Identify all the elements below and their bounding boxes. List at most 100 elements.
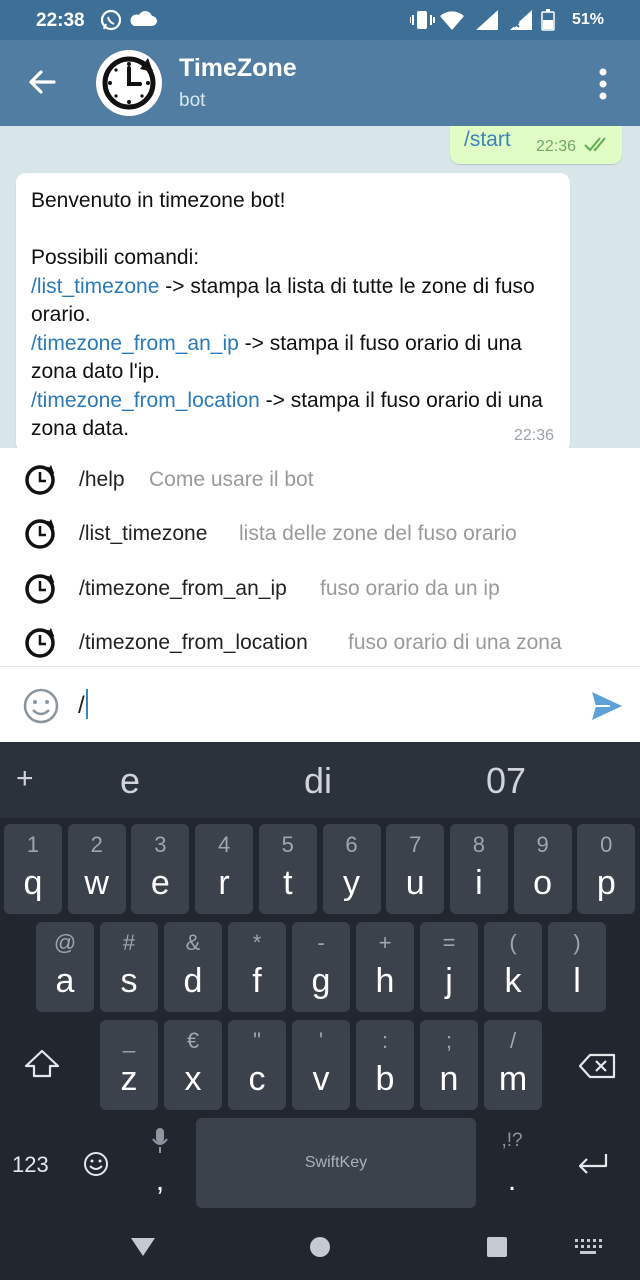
key-q[interactable]: 1q bbox=[4, 824, 62, 914]
send-icon[interactable] bbox=[590, 689, 624, 723]
message-input[interactable]: / bbox=[78, 689, 88, 720]
microphone-icon bbox=[152, 1128, 168, 1153]
key-alt-label: - bbox=[317, 930, 325, 955]
suggestion-help[interactable]: /help Come usare il bot bbox=[0, 451, 640, 505]
key-alt-label: 7 bbox=[409, 832, 422, 857]
comma-key[interactable]: , bbox=[132, 1118, 188, 1208]
keyboard-emoji-icon[interactable] bbox=[82, 1150, 110, 1178]
backspace-icon[interactable] bbox=[578, 1052, 618, 1080]
command-suggestions: /help Come usare il bot /list_timezone l… bbox=[0, 448, 640, 666]
key-label: y bbox=[343, 864, 360, 902]
key-label: z bbox=[120, 1060, 138, 1098]
key-v[interactable]: ' v bbox=[292, 1020, 350, 1110]
key-h[interactable]: + h bbox=[356, 922, 414, 1012]
enter-icon[interactable] bbox=[574, 1150, 610, 1178]
wifi-icon bbox=[440, 11, 464, 30]
key-z[interactable]: _ z bbox=[100, 1020, 158, 1110]
period-key[interactable]: ,!? . bbox=[484, 1118, 540, 1208]
key-alt-label: € bbox=[186, 1028, 200, 1053]
key-alt-label: 6 bbox=[345, 832, 358, 857]
key-n[interactable]: ; n bbox=[420, 1020, 478, 1110]
key-l[interactable]: ) l bbox=[548, 922, 606, 1012]
incoming-message[interactable]: Benvenuto in timezone bot! Possibili com… bbox=[16, 173, 570, 448]
key-alt-label: = bbox=[442, 930, 456, 955]
key-i[interactable]: 8i bbox=[449, 824, 508, 914]
key-label: c bbox=[248, 1060, 266, 1098]
key-s[interactable]: # s bbox=[100, 922, 158, 1012]
message-input-value: / bbox=[78, 692, 85, 719]
key-g[interactable]: -g bbox=[292, 922, 350, 1012]
key-a[interactable]: @ a bbox=[36, 922, 94, 1012]
key-label: t bbox=[283, 864, 293, 902]
space-bar[interactable]: SwiftKey bbox=[196, 1118, 476, 1208]
whatsapp-icon bbox=[100, 9, 122, 31]
prediction-center[interactable]: di bbox=[304, 760, 332, 802]
vibrate-icon bbox=[409, 11, 435, 29]
suggestion-timezone-from-an-ip[interactable]: /timezone_from_an_ip fuso orario da un i… bbox=[0, 560, 640, 614]
key-label: a bbox=[55, 962, 75, 1000]
command-link-list-timezone[interactable]: /list_timezone bbox=[31, 275, 159, 298]
numbers-key[interactable]: 123 bbox=[12, 1152, 49, 1178]
outgoing-message-time: 22:36 bbox=[536, 138, 577, 155]
key-e[interactable]: 3e bbox=[131, 824, 190, 914]
key-alt-label: _ bbox=[122, 1028, 136, 1053]
key-b[interactable]: :b bbox=[356, 1020, 414, 1110]
command-link-timezone-from-an-ip[interactable]: /timezone_from_an_ip bbox=[31, 332, 239, 355]
key-x[interactable]: € x bbox=[164, 1020, 222, 1110]
emoji-icon[interactable] bbox=[22, 687, 60, 725]
key-alt-label: ) bbox=[573, 930, 581, 955]
suggestion-timezone-from-location[interactable]: /timezone_from_location fuso orario di u… bbox=[0, 614, 640, 668]
key-alt-label: # bbox=[122, 930, 136, 955]
key-alt-label: 8 bbox=[472, 832, 486, 857]
prediction-left[interactable]: e bbox=[120, 760, 140, 802]
key-alt-label: 5 bbox=[281, 832, 294, 857]
chat-title[interactable]: TimeZone bbox=[179, 54, 297, 83]
cloud-icon bbox=[130, 11, 157, 26]
nav-recents-icon[interactable] bbox=[486, 1236, 508, 1258]
suggestion-list-timezone[interactable]: /list_timezone lista delle zone del fuso… bbox=[0, 505, 640, 559]
key-t[interactable]: 5t bbox=[258, 824, 317, 914]
command-link-timezone-from-location[interactable]: /timezone_from_location bbox=[31, 389, 260, 412]
outgoing-message[interactable]: /start 22:36 bbox=[450, 126, 622, 164]
status-time: 22:38 bbox=[36, 10, 85, 31]
key-alt-label: ; bbox=[445, 1028, 453, 1053]
prediction-right[interactable]: 07 bbox=[486, 760, 526, 802]
key-d[interactable]: & d bbox=[164, 922, 222, 1012]
key-alt-label: : bbox=[381, 1028, 389, 1053]
toolbar-expand-icon[interactable]: + bbox=[16, 762, 34, 796]
battery-icon bbox=[541, 9, 555, 31]
keyboard-hide-icon[interactable] bbox=[574, 1238, 602, 1256]
double-check-icon bbox=[584, 137, 606, 152]
suggestion-command: /help bbox=[79, 468, 125, 491]
key-label: u bbox=[405, 864, 425, 902]
key-label: k bbox=[504, 962, 522, 1000]
key-y[interactable]: 6y bbox=[322, 824, 381, 914]
shift-icon[interactable] bbox=[22, 1048, 62, 1080]
suggestion-command: /list_timezone bbox=[79, 522, 208, 545]
key-f[interactable]: * f bbox=[228, 922, 286, 1012]
nav-home-icon[interactable] bbox=[309, 1236, 331, 1258]
outgoing-message-text[interactable]: /start bbox=[464, 128, 511, 152]
chat-area[interactable]: /start 22:36 Benvenuto in timezone bot! … bbox=[0, 126, 640, 448]
key-label: j bbox=[445, 962, 453, 1000]
key-label: w bbox=[84, 864, 109, 902]
key-k[interactable]: (k bbox=[484, 922, 542, 1012]
key-alt-label: 4 bbox=[217, 832, 231, 857]
key-o[interactable]: 9o bbox=[513, 824, 572, 914]
key-c[interactable]: " c bbox=[228, 1020, 286, 1110]
more-options-icon[interactable] bbox=[592, 66, 614, 102]
key-j[interactable]: = j bbox=[420, 922, 478, 1012]
nav-back-icon[interactable] bbox=[130, 1236, 156, 1258]
key-w[interactable]: 2w bbox=[67, 824, 126, 914]
key-alt-label: " bbox=[253, 1028, 261, 1053]
key-u[interactable]: 7u bbox=[386, 824, 445, 914]
back-arrow-icon[interactable] bbox=[24, 64, 60, 100]
key-r[interactable]: 4r bbox=[195, 824, 254, 914]
bot-avatar[interactable] bbox=[96, 50, 162, 116]
key-m[interactable]: / m bbox=[484, 1020, 542, 1110]
key-alt-label: 9 bbox=[536, 832, 549, 857]
key-label: d bbox=[183, 962, 203, 1000]
key-alt-label: ( bbox=[509, 930, 517, 955]
key-p[interactable]: 0p bbox=[577, 824, 636, 914]
period-label: . bbox=[507, 1164, 517, 1197]
